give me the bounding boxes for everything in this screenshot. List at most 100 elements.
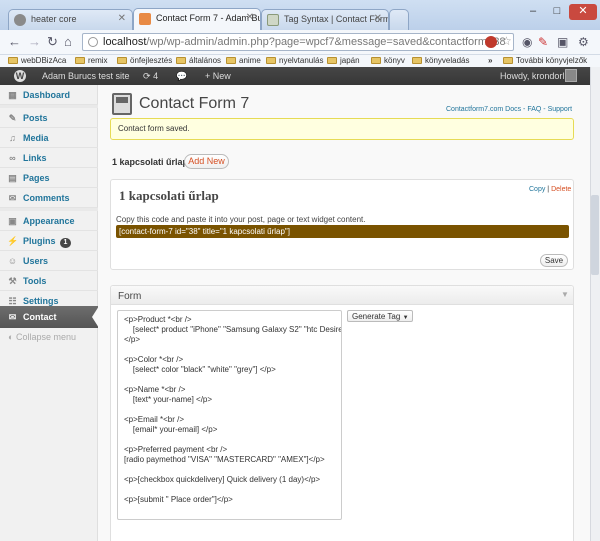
back-icon[interactable]: ← — [8, 34, 21, 50]
star-icon[interactable]: ☆ — [501, 34, 512, 48]
new-tab-button[interactable] — [389, 9, 409, 30]
close-icon[interactable]: ✕ — [246, 12, 254, 23]
other-bookmarks-folder[interactable]: További könyvjelzők — [503, 56, 587, 65]
extension-icon[interactable]: ✎ — [538, 34, 548, 50]
plus-icon: + — [205, 71, 211, 81]
bookmark-folder[interactable]: webDBizAca — [8, 56, 66, 65]
appearance-icon: ▣ — [8, 216, 17, 226]
menu-item-comments[interactable]: ✉ Comments — [0, 188, 98, 208]
refresh-icon: ⟳ — [143, 71, 151, 81]
bookmark-folder[interactable]: önfejlesztés — [117, 56, 172, 65]
settings-icon: ☷ — [8, 296, 17, 306]
shortcode-field[interactable]: [contact-form-7 id="38" title="1 kapcsol… — [116, 225, 569, 238]
tools-icon: ⚒ — [8, 276, 17, 286]
users-icon: ☺ — [7, 256, 18, 266]
site-name-link[interactable]: Adam Burucs test site — [42, 71, 130, 81]
form-panel-header[interactable]: Form ▼ — [111, 286, 573, 305]
folder-icon — [327, 57, 337, 64]
url-host: localhost — [103, 36, 147, 48]
add-new-button[interactable]: Add New — [184, 154, 229, 169]
comments-bubble-icon[interactable]: 💬 — [176, 71, 187, 82]
scrollbar-thumb[interactable] — [591, 195, 599, 275]
admin-menu: ▦ Dashboard ✎ Posts ♫ Media ∞ Links ▤ Pages ✉… — [0, 85, 99, 541]
menu-item-pages[interactable]: ▤ Pages — [0, 168, 98, 188]
address-bar[interactable]: localhost/wp/wp-admin/admin.php?page=wpc… — [82, 33, 514, 51]
extension-icon[interactable]: ▣ — [557, 34, 568, 50]
wordpress-icon — [139, 13, 151, 25]
bookmark-folder[interactable]: könyveladás — [412, 56, 469, 65]
bookmark-folder[interactable]: anime — [226, 56, 261, 65]
menu-item-contact[interactable]: ✉ Contact — [0, 306, 98, 328]
bookmark-folder[interactable]: remix — [75, 56, 108, 65]
bookmark-folder[interactable]: általános — [176, 56, 221, 65]
menu-item-appearance[interactable]: ▣ Appearance — [0, 211, 98, 231]
save-button[interactable]: Save — [540, 254, 568, 267]
links-icon: ∞ — [9, 153, 16, 163]
folder-icon — [412, 57, 422, 64]
wordpress-logo-icon[interactable]: W — [14, 70, 26, 82]
maximize-icon[interactable]: □ — [545, 4, 569, 20]
browser-tab-2[interactable]: Contact Form 7 - Adam Bur ✕ — [133, 8, 261, 31]
close-icon[interactable]: ✕ — [118, 13, 126, 24]
bookmark-folder[interactable]: könyv — [371, 56, 405, 65]
menu-item-links[interactable]: ∞ Links — [0, 148, 98, 168]
page-title: Contact Form 7 — [139, 95, 250, 112]
copy-delete-links: Copy | Delete — [529, 186, 572, 193]
home-icon[interactable]: ⌂ — [64, 34, 72, 50]
current-form-tab[interactable]: 1 kapcsolati űrlap — [112, 157, 188, 167]
menu-item-media[interactable]: ♫ Media — [0, 128, 98, 148]
browser-tab-1[interactable]: heater core ✕ — [8, 9, 133, 30]
form-title-box: 1 kapcsolati űrlap Copy | Delete Copy th… — [110, 179, 574, 270]
folder-icon — [75, 57, 85, 64]
pages-icon: ▤ — [8, 173, 17, 183]
generate-tag-dropdown[interactable]: Generate Tag ▼ — [347, 310, 413, 322]
adblock-icon[interactable] — [485, 36, 497, 48]
media-icon: ♫ — [9, 133, 16, 143]
posts-icon: ✎ — [8, 113, 17, 123]
forward-icon[interactable]: → — [28, 34, 41, 50]
reload-icon[interactable]: ↻ — [47, 34, 58, 50]
updates-link[interactable]: ⟳ 4 — [143, 71, 158, 82]
window-close-icon[interactable]: ✕ — [569, 4, 597, 20]
browser-titlebar: heater core ✕ Contact Form 7 - Adam Bur … — [0, 0, 600, 31]
faq-link[interactable]: FAQ — [527, 106, 541, 113]
folder-icon — [266, 57, 276, 64]
menu-item-users[interactable]: ☺ Users — [0, 251, 98, 271]
howdy-user-link[interactable]: Howdy, krondorl — [500, 71, 564, 81]
bookmarks-overflow-button[interactable]: » — [488, 56, 492, 65]
tab-label: heater core — [31, 14, 77, 24]
delete-link[interactable]: Delete — [551, 186, 571, 193]
form-name-field[interactable]: 1 kapcsolati űrlap — [119, 188, 219, 204]
menu-item-posts[interactable]: ✎ Posts — [0, 108, 98, 128]
menu-item-dashboard[interactable]: ▦ Dashboard — [0, 85, 98, 105]
page-scrollbar[interactable] — [590, 67, 600, 541]
docs-link[interactable]: Docs — [505, 106, 521, 113]
url-path: /wp/wp-admin/admin.php?page=wpcf7&messag… — [146, 36, 506, 48]
close-icon[interactable]: ✕ — [374, 13, 382, 24]
main-content: Contact Form 7 Contactform7.com Docs - F… — [98, 85, 590, 541]
chevron-down-icon: ▼ — [402, 315, 409, 321]
bookmark-folder[interactable]: nyelvtanulás — [266, 56, 323, 65]
collapse-arrow-icon[interactable]: ▼ — [561, 290, 569, 299]
copy-link[interactable]: Copy — [529, 186, 545, 193]
menu-item-tools[interactable]: ⚒ Tools — [0, 271, 98, 291]
new-content-link[interactable]: + New — [205, 71, 231, 81]
minimize-icon[interactable]: – — [521, 4, 545, 20]
form-template-textarea[interactable]: <p>Product *<br /> [select* product "iPh… — [117, 310, 342, 520]
collapse-menu-button[interactable]: ◐ Collapse menu — [8, 332, 76, 342]
folder-icon — [117, 57, 127, 64]
folder-icon — [176, 57, 186, 64]
updates-count: 4 — [153, 71, 159, 81]
extension-icon[interactable]: ◉ — [522, 34, 532, 50]
globe-icon — [14, 14, 26, 26]
contactform7-link[interactable]: Contactform7.com — [446, 106, 503, 113]
form-panel: Form ▼ <p>Product *<br /> [select* produ… — [110, 285, 574, 541]
shortcode-hint: Copy this code and paste it into your po… — [116, 215, 366, 224]
menu-item-plugins[interactable]: ⚡ Plugins 1 — [0, 231, 98, 251]
avatar[interactable] — [565, 69, 577, 82]
bookmark-folder[interactable]: japán — [327, 56, 360, 65]
folder-icon — [371, 57, 381, 64]
wrench-icon[interactable]: ⚙ — [578, 34, 589, 50]
support-link[interactable]: Support — [548, 106, 573, 113]
browser-tab-3[interactable]: Tag Syntax | Contact Form ✕ — [261, 9, 389, 30]
